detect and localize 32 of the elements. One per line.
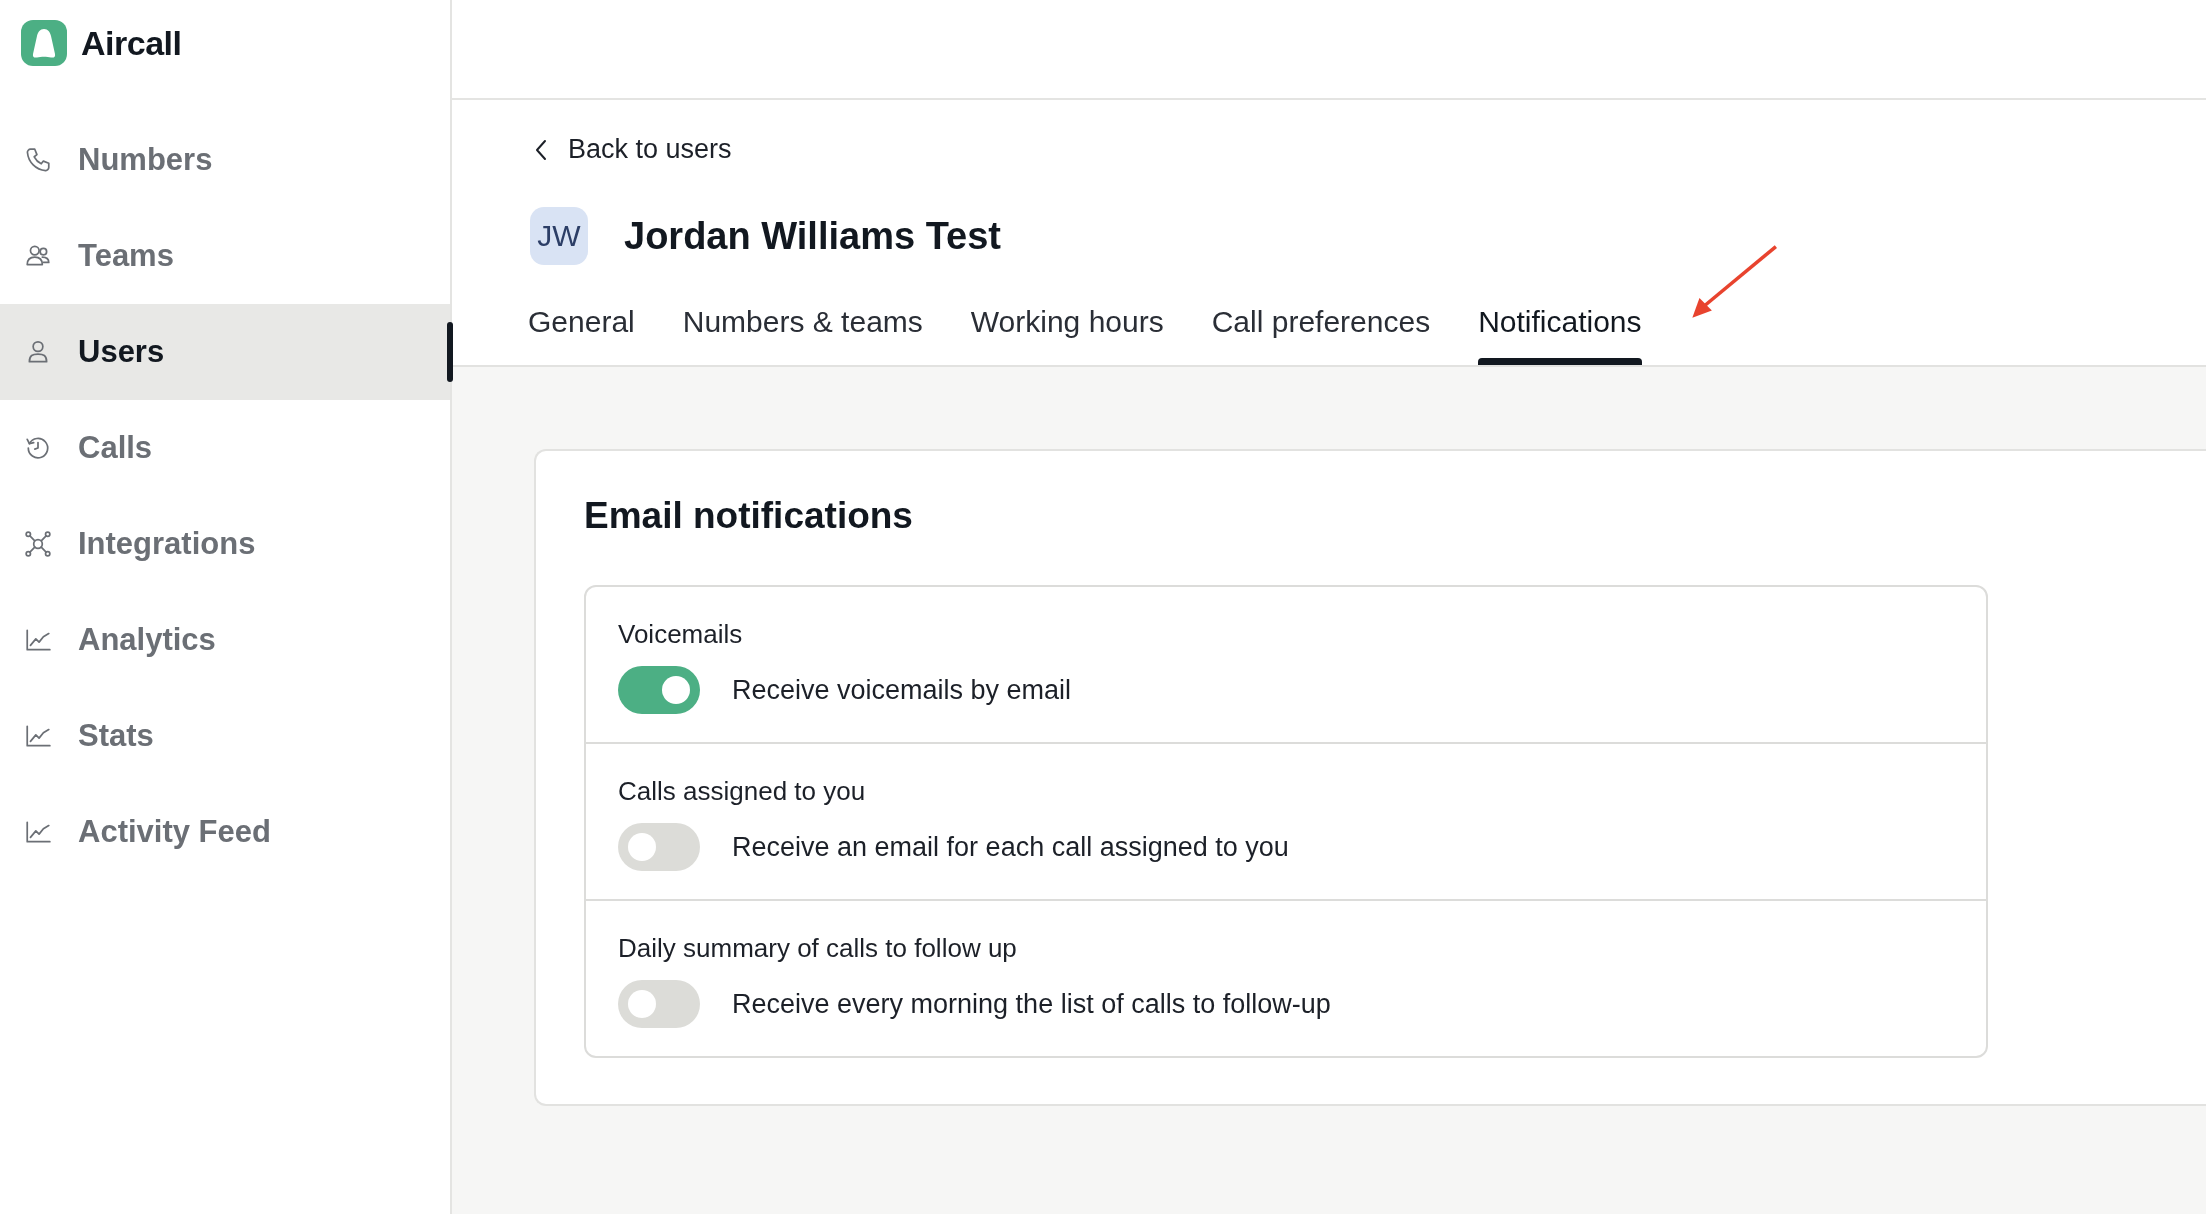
- nav-item[interactable]: Numbers: [0, 112, 450, 208]
- toggle-switch[interactable]: [618, 980, 700, 1028]
- user-name: Jordan Williams Test: [624, 214, 1001, 258]
- toggle-label: Receive an email for each call assigned to you: [732, 831, 1289, 863]
- nav-item[interactable]: Users: [0, 304, 450, 400]
- tab[interactable]: Call preferences: [1211, 295, 1431, 365]
- nav-item[interactable]: Calls: [0, 400, 450, 496]
- setting-title: Voicemails: [618, 619, 744, 650]
- tab[interactable]: General: [528, 295, 635, 365]
- chevron-left-icon: [534, 138, 548, 161]
- toggle-switch[interactable]: [618, 666, 700, 714]
- tab[interactable]: Working hours: [970, 295, 1164, 365]
- nav-item[interactable]: Analytics: [0, 592, 450, 688]
- logo-icon: [21, 20, 67, 66]
- nav-item[interactable]: Teams: [0, 208, 450, 304]
- setting-title: Calls assigned to you: [618, 776, 867, 807]
- nav-item[interactable]: Activity Feed: [0, 784, 450, 880]
- tab[interactable]: Notifications: [1478, 295, 1642, 365]
- tab[interactable]: Numbers & teams: [682, 295, 923, 365]
- toggle-switch[interactable]: [618, 823, 700, 871]
- network-icon: [24, 530, 52, 558]
- section-title: Email notifications: [584, 495, 914, 537]
- setting-title: Daily summary of calls to follow up: [618, 933, 1018, 964]
- back-link[interactable]: Back to users: [534, 134, 732, 165]
- phone-icon: [24, 146, 52, 174]
- active-indicator: [447, 322, 453, 382]
- toggle-label: Receive voicemails by email: [732, 674, 1072, 706]
- nav-item[interactable]: Stats: [0, 688, 450, 784]
- avatar: JW: [530, 207, 588, 265]
- nav-item[interactable]: Integrations: [0, 496, 450, 592]
- app-name: Aircall: [81, 23, 182, 63]
- toggle-label: Receive every morning the list of calls to follow-up: [732, 988, 1331, 1020]
